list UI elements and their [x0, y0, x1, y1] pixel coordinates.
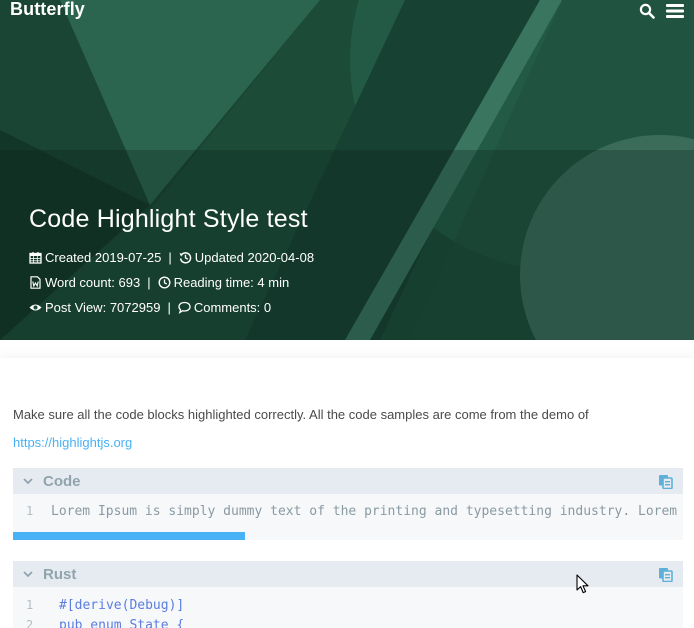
word-count-meta: Word count: 693	[29, 275, 140, 290]
word-count-value: 693	[118, 275, 141, 290]
site-brand[interactable]: Butterfly	[10, 0, 85, 20]
copy-icon[interactable]	[658, 567, 673, 582]
copy-icon[interactable]	[658, 474, 673, 489]
search-icon[interactable]	[639, 3, 657, 19]
code-line: pub enum State {	[59, 618, 185, 628]
calendar-icon	[29, 252, 42, 264]
updated-meta: Updated 2020-04-08	[179, 250, 314, 265]
created-label: Created	[45, 250, 92, 265]
meta-separator: |	[167, 300, 171, 315]
chevron-down-icon[interactable]	[22, 568, 34, 580]
mouse-pointer-icon	[576, 574, 589, 594]
word-count-label: Word count:	[45, 275, 115, 290]
updated-label: Updated	[194, 250, 244, 265]
reading-time-value: 4 min	[257, 275, 290, 290]
meta-separator: |	[168, 250, 172, 265]
chevron-down-icon[interactable]	[22, 475, 34, 487]
top-navbar: Butterfly	[0, 0, 694, 24]
reading-time-label: Reading time:	[173, 275, 254, 290]
code-language-label: Rust	[43, 566, 77, 583]
created-meta: Created 2019-07-25	[29, 250, 161, 265]
code-block-header: Code	[13, 468, 683, 494]
bars-icon[interactable]	[666, 3, 684, 19]
post-view-meta: Post View: 7072959	[29, 300, 160, 315]
post-meta-views: Post View: 7072959 | Comments: 0	[29, 300, 271, 315]
reading-time-meta: Reading time: 4 min	[158, 275, 290, 290]
code-line: #[derive(Debug)]	[59, 598, 185, 613]
post-meta-dates: Created 2019-07-25 | Updated 2020-04-08	[29, 250, 314, 265]
comments-value: 0	[263, 300, 272, 315]
code-block: Code 1 Lorem Ipsum is simply dummy text …	[13, 468, 683, 540]
updated-date: 2020-04-08	[247, 250, 315, 265]
horizontal-scrollbar[interactable]	[13, 532, 245, 540]
intro-text: Make sure all the code blocks highlighte…	[13, 407, 589, 422]
created-date: 2019-07-25	[94, 250, 162, 265]
line-number: 1	[26, 504, 34, 518]
file-word-icon	[30, 276, 41, 289]
comments-meta[interactable]: Comments: 0	[178, 300, 271, 315]
post-view-label: Post View:	[45, 300, 107, 315]
post-intro-paragraph: Make sure all the code blocks highlighte…	[13, 401, 683, 457]
clock-icon	[158, 276, 171, 289]
code-line: Lorem Ipsum is simply dummy text of the …	[51, 504, 683, 519]
code-block: Rust 1 #[derive(Debug)] 2 pub enum State…	[13, 561, 683, 628]
line-number: 2	[26, 618, 34, 628]
eye-icon	[29, 304, 42, 311]
line-number: 1	[26, 598, 34, 612]
post-meta-stats: Word count: 693 | Reading time: 4 min	[29, 275, 289, 290]
post-view-value: 7072959	[109, 300, 161, 315]
code-language-label: Code	[43, 473, 81, 490]
post-title: Code Highlight Style test	[29, 205, 308, 233]
meta-separator: |	[147, 275, 151, 290]
nav-icons	[639, 3, 684, 19]
history-icon	[179, 252, 192, 264]
post-header: Butterfly Code Highlight Style test Crea…	[0, 0, 694, 340]
comment-icon	[178, 301, 191, 314]
comments-label: Comments:	[193, 300, 261, 315]
code-body: 1 Lorem Ipsum is simply dummy text of th…	[13, 494, 683, 540]
highlightjs-link[interactable]: https://highlightjs.org	[13, 435, 132, 450]
